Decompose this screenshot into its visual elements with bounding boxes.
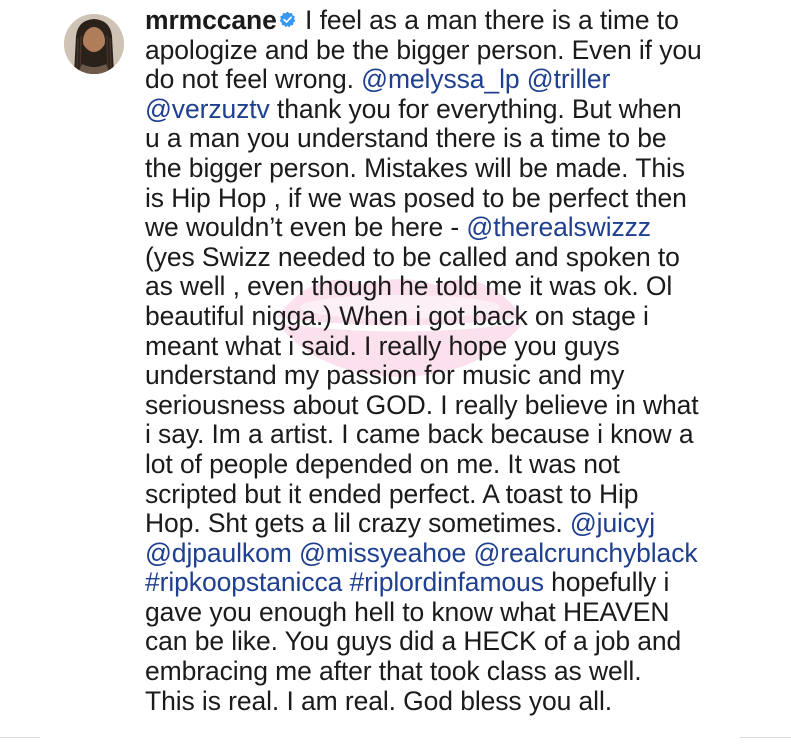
caption-text: lot of people depended on me. It was not (145, 448, 620, 479)
mention-link-verzuztv[interactable]: @verzuztv (145, 94, 270, 124)
caption-text: seriousness about GOD. I really believe … (145, 389, 699, 420)
verified-badge-icon (279, 11, 296, 28)
instagram-caption-post: mrmccane I feel as a man there is a time… (0, 0, 791, 747)
hashtag-link-riplordinfamous[interactable]: #riplordinfamous (350, 567, 544, 597)
caption-text: hopefully i (543, 567, 670, 598)
caption-text: I feel as a man there is a time to (297, 5, 679, 35)
caption-line: mrmccane I feel as a man there is a time… (145, 5, 770, 36)
hashtag-link-ripkoopstanicca[interactable]: #ripkoopstanicca (145, 567, 342, 597)
caption-text: is Hip Hop , if we was posed to be perfe… (145, 182, 687, 213)
username-link[interactable]: mrmccane (145, 5, 277, 35)
caption-text (292, 538, 299, 568)
caption-line: apologize and be the bigger person. Even… (145, 34, 770, 66)
avatar-icon (64, 14, 124, 74)
caption-text: i say. Im a artist. I came back because … (145, 419, 694, 450)
caption-line: can be like. You guys did a HECK of a jo… (145, 627, 770, 657)
caption-text: meant what i said. I really hope you guy… (145, 330, 620, 361)
mention-link-melyssa-lp[interactable]: @melyssa_lp (361, 64, 519, 94)
caption-text: can be like. You guys did a HECK of a jo… (145, 626, 682, 657)
caption-line: meant what i said. I really hope you guy… (145, 330, 770, 362)
caption-text: scripted but it ended perfect. A toast t… (145, 478, 639, 509)
divider-segment (740, 737, 791, 738)
caption-text: do not feel wrong. (145, 64, 362, 95)
bottom-divider (0, 737, 791, 738)
post-caption: mrmccane I feel as a man there is a time… (145, 5, 770, 717)
caption-text: understand my passion for music and my (145, 360, 625, 391)
profile-avatar[interactable] (64, 14, 124, 74)
mention-link-therealswizzz[interactable]: @therealswizzz (466, 212, 651, 242)
caption-text: embracing me after that took class as we… (145, 656, 642, 687)
caption-line: lot of people depended on me. It was not (145, 448, 770, 480)
caption-line: seriousness about GOD. I really believe … (145, 389, 770, 421)
caption-text: as well , even though he told me it was … (145, 271, 673, 302)
mention-link-djpaulkom[interactable]: @djpaulkom (145, 538, 292, 568)
caption-line: the bigger person. Mistakes will be made… (145, 152, 770, 184)
caption-line: understand my passion for music and my (145, 360, 770, 391)
caption-line: #ripkoopstanicca #riplordinfamous hopefu… (145, 567, 770, 598)
caption-text (520, 64, 527, 94)
caption-line: is Hip Hop , if we was posed to be perfe… (145, 182, 770, 214)
divider-segment (0, 737, 40, 738)
mention-link-triller[interactable]: @triller (527, 64, 611, 94)
caption-text (342, 567, 349, 597)
caption-text: gave you enough hell to know what HEAVEN (145, 596, 670, 627)
caption-line: scripted but it ended perfect. A toast t… (145, 478, 770, 510)
caption-line: i say. Im a artist. I came back because … (145, 420, 770, 450)
caption-line: Hop. Sht gets a lil crazy sometimes. @ju… (145, 508, 770, 539)
caption-line: embracing me after that took class as we… (145, 656, 770, 687)
caption-text: the bigger person. Mistakes will be made… (145, 152, 685, 183)
caption-line: This is real. I am real. God bless you a… (145, 685, 770, 717)
mention-link-realcrunchyblack[interactable]: @realcrunchyblack (473, 538, 697, 568)
caption-text: u a man you understand there is a time t… (145, 123, 667, 154)
caption-text: (yes Swizz needed to be called and spoke… (145, 241, 680, 272)
caption-text: we wouldn’t even be here - (145, 212, 467, 243)
caption-text: Hop. Sht gets a lil crazy sometimes. (145, 508, 570, 539)
caption-line: u a man you understand there is a time t… (145, 124, 770, 154)
caption-line: we wouldn’t even be here - @therealswizz… (145, 212, 770, 243)
caption-line: do not feel wrong. @melyssa_lp @triller (145, 64, 770, 95)
mention-link-missyeahoe[interactable]: @missyeahoe (299, 538, 466, 568)
caption-text: thank you for everything. But when (269, 93, 682, 124)
caption-text: apologize and be the bigger person. Even… (145, 34, 702, 65)
caption-line: (yes Swizz needed to be called and spoke… (145, 241, 770, 273)
mention-link-juicyj[interactable]: @juicyj (570, 508, 655, 538)
caption-line: @djpaulkom @missyeahoe @realcrunchyblack (145, 538, 770, 569)
caption-line: as well , even though he told me it was … (145, 272, 770, 302)
caption-text: beautiful nigga.) When i got back on sta… (145, 300, 649, 331)
caption-line: @verzuztv thank you for everything. But … (145, 93, 770, 125)
caption-text: This is real. I am real. God bless you a… (145, 685, 612, 716)
caption-line: beautiful nigga.) When i got back on sta… (145, 300, 770, 332)
caption-line: gave you enough hell to know what HEAVEN (145, 596, 770, 628)
